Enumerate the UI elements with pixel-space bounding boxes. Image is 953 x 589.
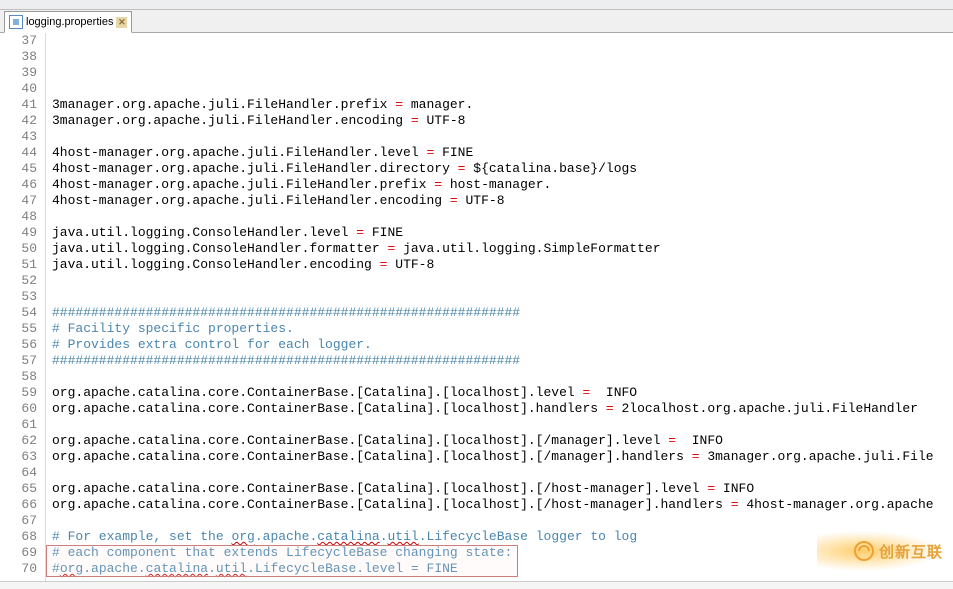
code-line: # For example, set the org.apache.catali… (52, 529, 953, 545)
line-number: 59 (0, 385, 37, 401)
line-number: 70 (0, 561, 37, 577)
line-number: 68 (0, 529, 37, 545)
code-line (52, 465, 953, 481)
line-number: 39 (0, 65, 37, 81)
code-line: java.util.logging.ConsoleHandler.encodin… (52, 257, 953, 273)
code-line: org.apache.catalina.core.ContainerBase.[… (52, 481, 953, 497)
code-line: 4host-manager.org.apache.juli.FileHandle… (52, 193, 953, 209)
line-number: 61 (0, 417, 37, 433)
code-line: # each component that extends LifecycleB… (52, 545, 953, 561)
code-line: ########################################… (52, 305, 953, 321)
tab-logging-properties[interactable]: logging.properties ✕ (4, 11, 132, 33)
code-line: # Provides extra control for each logger… (52, 337, 953, 353)
code-line (52, 577, 953, 581)
code-line (52, 289, 953, 305)
tab-label: logging.properties (26, 16, 113, 28)
code-editor[interactable]: 3738394041424344454647484950515253545556… (0, 33, 953, 581)
line-number: 50 (0, 241, 37, 257)
code-line (52, 129, 953, 145)
line-number: 67 (0, 513, 37, 529)
code-line: org.apache.catalina.core.ContainerBase.[… (52, 385, 953, 401)
code-line: org.apache.catalina.core.ContainerBase.[… (52, 401, 953, 417)
line-number: 64 (0, 465, 37, 481)
line-number: 46 (0, 177, 37, 193)
line-number: 69 (0, 545, 37, 561)
code-line (52, 513, 953, 529)
line-number: 45 (0, 161, 37, 177)
line-number: 42 (0, 113, 37, 129)
line-number-gutter: 3738394041424344454647484950515253545556… (0, 33, 46, 581)
line-number: 63 (0, 449, 37, 465)
line-number: 37 (0, 33, 37, 49)
line-number: 47 (0, 193, 37, 209)
line-number: 62 (0, 433, 37, 449)
code-line: 3manager.org.apache.juli.FileHandler.enc… (52, 113, 953, 129)
line-number: 40 (0, 81, 37, 97)
tab-close-icon[interactable]: ✕ (116, 17, 127, 28)
properties-file-icon (9, 15, 23, 29)
line-number: 52 (0, 273, 37, 289)
line-number: 66 (0, 497, 37, 513)
line-number: 43 (0, 129, 37, 145)
line-number: 48 (0, 209, 37, 225)
line-number: 60 (0, 401, 37, 417)
editor-tab-bar: logging.properties ✕ (0, 10, 953, 33)
line-number: 44 (0, 145, 37, 161)
code-line: 4host-manager.org.apache.juli.FileHandle… (52, 161, 953, 177)
line-number: 56 (0, 337, 37, 353)
line-number: 38 (0, 49, 37, 65)
line-number: 49 (0, 225, 37, 241)
code-line: org.apache.catalina.core.ContainerBase.[… (52, 433, 953, 449)
code-line (52, 417, 953, 433)
code-line: java.util.logging.ConsoleHandler.level =… (52, 225, 953, 241)
code-line (52, 209, 953, 225)
code-line: org.apache.catalina.core.ContainerBase.[… (52, 449, 953, 465)
line-number: 53 (0, 289, 37, 305)
line-number: 58 (0, 369, 37, 385)
line-number: 51 (0, 257, 37, 273)
line-number: 55 (0, 321, 37, 337)
line-number: 57 (0, 353, 37, 369)
code-line: 4host-manager.org.apache.juli.FileHandle… (52, 145, 953, 161)
code-line: ########################################… (52, 353, 953, 369)
line-number: 65 (0, 481, 37, 497)
line-number: 54 (0, 305, 37, 321)
toolbar-strip (0, 0, 953, 10)
code-line: java.util.logging.ConsoleHandler.formatt… (52, 241, 953, 257)
line-number: 41 (0, 97, 37, 113)
code-line (52, 273, 953, 289)
code-line: org.apache.catalina.core.ContainerBase.[… (52, 497, 953, 513)
code-line (52, 369, 953, 385)
horizontal-scrollbar[interactable] (0, 581, 953, 589)
code-content[interactable]: 3manager.org.apache.juli.FileHandler.pre… (46, 33, 953, 581)
code-line: #org.apache.catalina.util.LifecycleBase.… (52, 561, 953, 577)
code-line: 4host-manager.org.apache.juli.FileHandle… (52, 177, 953, 193)
code-line: 3manager.org.apache.juli.FileHandler.pre… (52, 97, 953, 113)
code-line: # Facility specific properties. (52, 321, 953, 337)
